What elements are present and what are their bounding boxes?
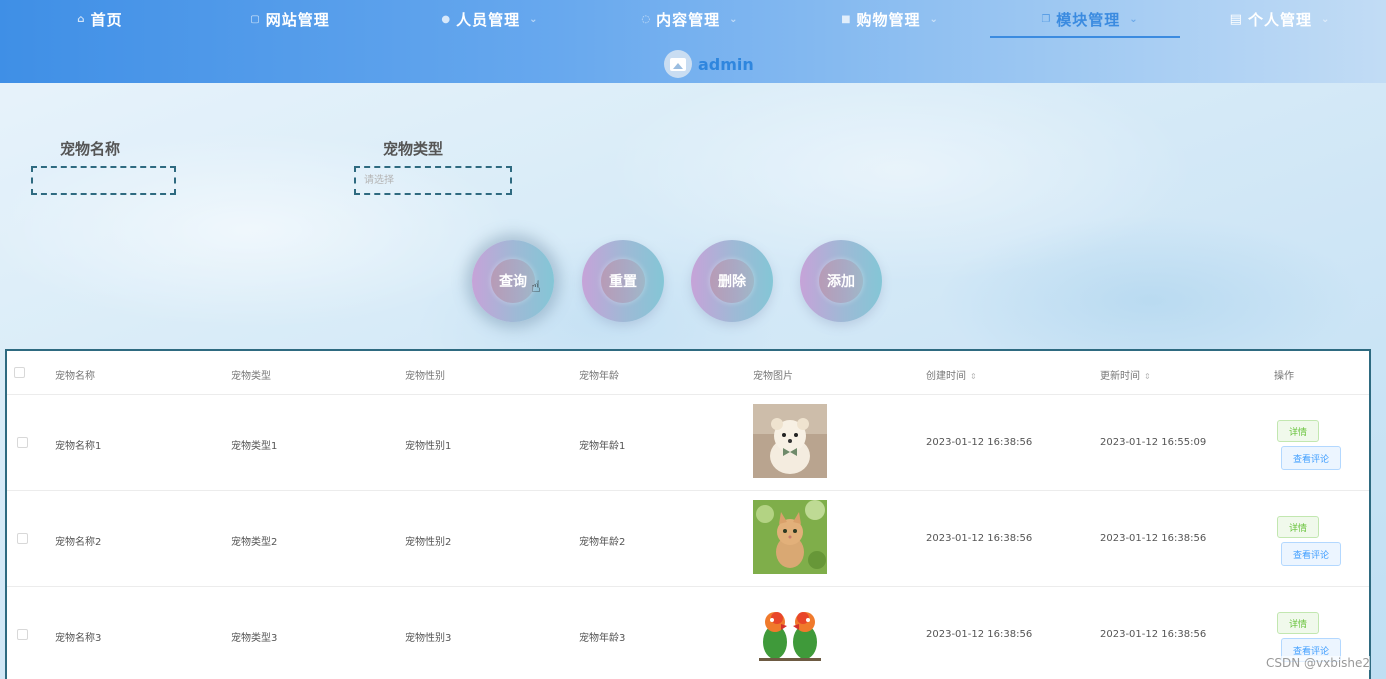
cell-pet-name: 宠物名称2 [55, 537, 102, 548]
nav-item-personal-management[interactable]: ▤ 个人管理 ⌄ [1180, 0, 1380, 38]
header-updated-time[interactable]: 更新时间 ⇕ [1100, 367, 1151, 382]
hand-pointer-icon: ☝ [531, 277, 541, 296]
home-icon: ⌂ [77, 13, 86, 25]
cell-updated-time: 2023-01-12 16:38:56 [1100, 629, 1207, 640]
detail-button[interactable]: 详情 [1277, 420, 1319, 442]
pet-name-input[interactable] [31, 166, 176, 195]
detail-button[interactable]: 详情 [1277, 612, 1319, 634]
cell-pet-age: 宠物年龄3 [579, 633, 626, 644]
reset-button[interactable]: 重置 [582, 240, 664, 322]
nav-label: 模块管理 [1056, 10, 1121, 29]
cell-updated-time: 2023-01-12 16:55:09 [1100, 437, 1207, 448]
chevron-down-icon: ⌄ [1320, 13, 1331, 25]
main-nav: ⌂ 首页 ▢ 网站管理 ● 人员管理 ⌄ ◌ 内容管理 ⌄ ■ 购物管理 ⌄ ❐… [0, 0, 1386, 38]
query-button-label: 查询 [491, 259, 535, 303]
header-pet-gender: 宠物性别 [405, 371, 445, 382]
nav-item-site-management[interactable]: ▢ 网站管理 [190, 0, 390, 38]
parrots-photo[interactable] [753, 596, 827, 670]
nav-item-staff-management[interactable]: ● 人员管理 ⌄ [390, 0, 590, 38]
chevron-down-icon: ⌄ [529, 13, 539, 25]
sort-icon[interactable]: ⇕ [970, 372, 977, 381]
chat-icon: ◌ [641, 13, 652, 25]
cell-created-time: 2023-01-12 16:38:56 [926, 533, 1033, 544]
pet-table: 宠物名称 宠物类型 宠物性别 宠物年龄 宠物图片 创建时间 ⇕ 更新时间 ⇕ 操作 … [5, 349, 1371, 679]
cell-pet-type: 宠物类型3 [231, 633, 278, 644]
header-pet-age: 宠物年龄 [579, 371, 619, 382]
delete-button-label: 删除 [710, 259, 754, 303]
view-comments-button[interactable]: 查看评论 [1281, 446, 1341, 470]
avatar [664, 50, 692, 78]
select-all-checkbox[interactable] [14, 367, 25, 378]
nav-label: 网站管理 [265, 10, 330, 29]
user-icon: ● [441, 13, 452, 25]
nav-label: 内容管理 [656, 10, 721, 29]
username: admin [698, 54, 754, 74]
copy-icon: ❐ [1041, 13, 1052, 25]
header-pet-name: 宠物名称 [55, 371, 95, 382]
cell-pet-name: 宠物名称1 [55, 441, 102, 452]
view-comments-button[interactable]: 查看评论 [1281, 542, 1341, 566]
nav-item-content-management[interactable]: ◌ 内容管理 ⌄ [590, 0, 790, 38]
cell-pet-gender: 宠物性别1 [405, 441, 452, 452]
watermark: CSDN @vxbishe2 [1266, 656, 1371, 670]
user-menu[interactable]: admin [664, 49, 754, 79]
row-checkbox[interactable] [17, 533, 28, 544]
pet-name-label: 宠物名称 [60, 140, 121, 158]
table-header: 宠物名称 宠物类型 宠物性别 宠物年龄 宠物图片 创建时间 ⇕ 更新时间 ⇕ 操作 [7, 351, 1369, 395]
query-button[interactable]: 查询 [472, 240, 554, 322]
chevron-down-icon: ⌄ [1129, 13, 1139, 25]
table-row: 宠物名称2 宠物类型2 宠物性别2 宠物年龄2 2023-01-12 16:38… [7, 491, 1369, 587]
cell-pet-type: 宠物类型1 [231, 441, 278, 452]
top-navbar: ⌂ 首页 ▢ 网站管理 ● 人员管理 ⌄ ◌ 内容管理 ⌄ ■ 购物管理 ⌄ ❐… [0, 0, 1386, 83]
cell-pet-type: 宠物类型2 [231, 537, 278, 548]
row-checkbox[interactable] [17, 629, 28, 640]
delete-button[interactable]: 删除 [691, 240, 773, 322]
cell-created-time: 2023-01-12 16:38:56 [926, 629, 1033, 640]
add-button[interactable]: 添加 [800, 240, 882, 322]
header-actions: 操作 [1274, 371, 1294, 382]
nav-label: 购物管理 [856, 10, 921, 29]
cell-pet-age: 宠物年龄1 [579, 441, 626, 452]
reset-button-label: 重置 [601, 259, 645, 303]
header-pet-image: 宠物图片 [753, 371, 793, 382]
nav-label: 人员管理 [456, 10, 521, 29]
nav-label: 首页 [90, 10, 123, 29]
doc-icon: ▤ [1229, 11, 1243, 27]
cell-pet-gender: 宠物性别3 [405, 633, 452, 644]
nav-label: 个人管理 [1247, 10, 1312, 29]
pet-type-label: 宠物类型 [383, 140, 444, 158]
table-row: 宠物名称3 宠物类型3 宠物性别3 宠物年龄3 2023-01-12 16:38… [7, 587, 1369, 679]
header-label: 更新时间 [1100, 371, 1140, 382]
row-checkbox[interactable] [17, 437, 28, 448]
cell-pet-gender: 宠物性别2 [405, 537, 452, 548]
pet-type-select[interactable] [354, 166, 512, 195]
cell-created-time: 2023-01-12 16:38:56 [926, 437, 1033, 448]
kitten-photo[interactable] [753, 500, 827, 574]
sort-icon[interactable]: ⇕ [1144, 372, 1151, 381]
puppy-photo[interactable] [753, 404, 827, 478]
nav-item-home[interactable]: ⌂ 首页 [0, 0, 200, 38]
add-button-label: 添加 [819, 259, 863, 303]
detail-button[interactable]: 详情 [1277, 516, 1319, 538]
header-created-time[interactable]: 创建时间 ⇕ [926, 367, 977, 382]
cell-pet-age: 宠物年龄2 [579, 537, 626, 548]
lock-icon: ■ [841, 13, 852, 25]
cell-updated-time: 2023-01-12 16:38:56 [1100, 533, 1207, 544]
nav-item-module-management[interactable]: ❐ 模块管理 ⌄ [990, 0, 1190, 38]
chevron-down-icon: ⌄ [929, 13, 939, 25]
header-label: 创建时间 [926, 371, 966, 382]
header-pet-type: 宠物类型 [231, 371, 271, 382]
nav-item-shopping-management[interactable]: ■ 购物管理 ⌄ [790, 0, 990, 38]
table-row: 宠物名称1 宠物类型1 宠物性别1 宠物年龄1 2023-01-12 16:38… [7, 395, 1369, 491]
chevron-down-icon: ⌄ [729, 13, 739, 25]
window-icon: ▢ [250, 13, 261, 25]
cell-pet-name: 宠物名称3 [55, 633, 102, 644]
image-icon [670, 57, 686, 71]
